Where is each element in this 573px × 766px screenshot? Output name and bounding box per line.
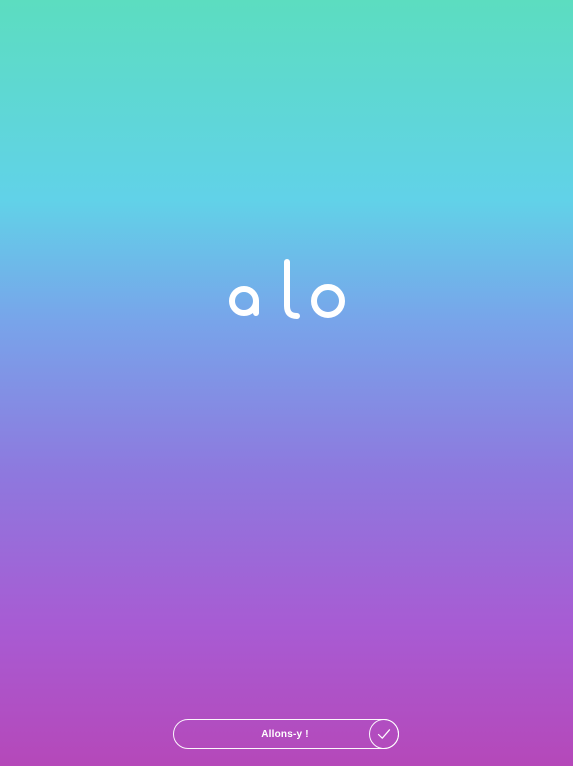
check-icon [369,719,399,749]
app-logo [229,258,347,322]
allons-y-label: Allons-y ! [261,728,309,740]
allons-y-button[interactable]: Allons-y ! [173,719,399,749]
